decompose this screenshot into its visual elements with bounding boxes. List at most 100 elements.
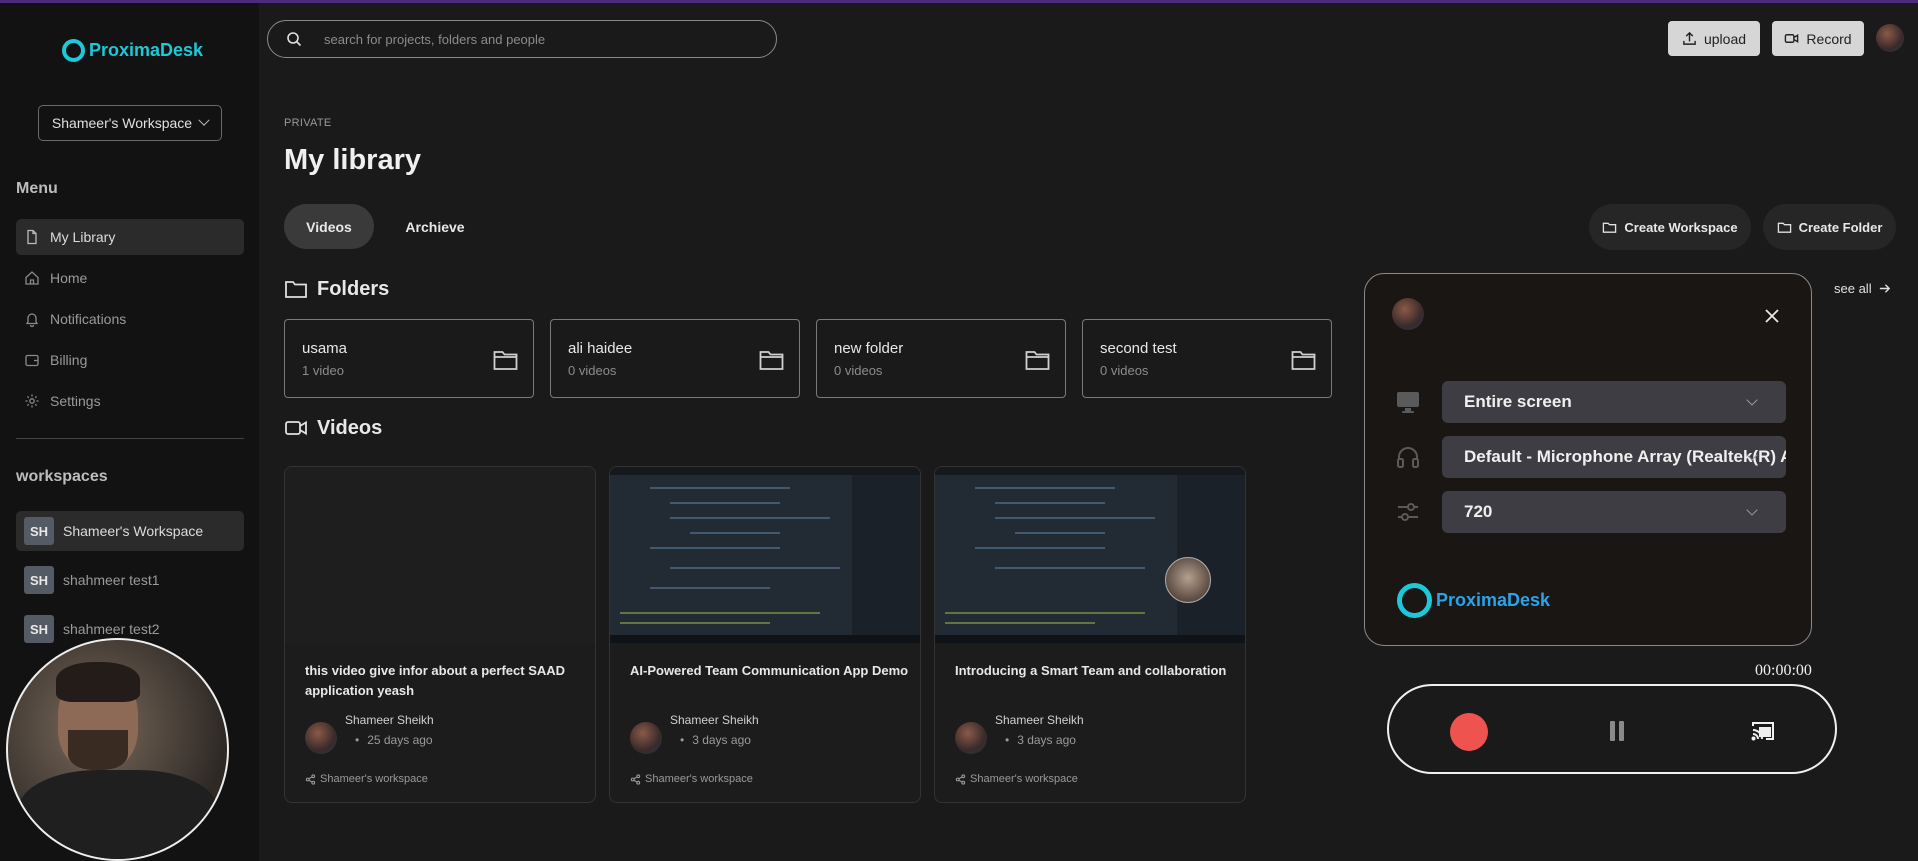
page-title: My library (284, 144, 421, 176)
video-title: AI-Powered Team Communication App Demo (630, 663, 909, 678)
screen-source-value: Entire screen (1464, 392, 1572, 411)
sidebar-item-my-library[interactable]: My Library (16, 219, 244, 255)
author-name: Shameer Sheikh (670, 713, 759, 727)
workspace-select[interactable]: Shameer's Workspace (38, 105, 222, 141)
upload-button[interactable]: upload (1668, 21, 1760, 56)
create-folder-button[interactable]: Create Folder (1763, 204, 1896, 250)
code-line (670, 517, 830, 519)
folder-name: ali haidee (568, 340, 633, 357)
code-line (945, 622, 1095, 624)
folder-card[interactable]: usama 1 video (284, 319, 534, 398)
tab-label: Archieve (405, 218, 465, 235)
file-icon (27, 229, 37, 245)
folder-icon (285, 281, 307, 298)
code-line (690, 532, 780, 534)
workspace-item[interactable]: SH Shameer's Workspace (16, 511, 244, 551)
app-logo[interactable]: ProximaDesk (62, 39, 203, 62)
quality-select[interactable]: 720 (1442, 491, 1786, 533)
search-icon (287, 32, 302, 47)
video-workspace: Shameer's workspace (630, 773, 753, 785)
record-button[interactable]: Record (1772, 21, 1864, 56)
video-card[interactable]: this video give infor about a perfect SA… (284, 466, 596, 803)
app-name: ProximaDesk (89, 40, 204, 60)
create-workspace-button[interactable]: Create Workspace (1589, 204, 1751, 250)
sidebar-item-settings[interactable]: Settings (16, 383, 244, 419)
tab-label: Videos (306, 218, 352, 235)
workspace-select-label: Shameer's Workspace (51, 115, 193, 131)
pause-button[interactable] (1609, 721, 1625, 741)
share-icon (955, 773, 966, 785)
close-icon[interactable] (1762, 306, 1782, 326)
folder-count: 0 videos (1100, 363, 1149, 378)
videos-heading: Videos (284, 416, 382, 440)
folder-card[interactable]: ali haidee 0 videos (550, 319, 800, 398)
thumbnail-sidepanel (852, 475, 920, 635)
workspace-label: shahmeer test1 (63, 572, 160, 588)
video-workspace-label: Shameer's workspace (645, 773, 753, 785)
workspaces-heading: workspaces (16, 468, 108, 485)
page-eyebrow: PRIVATE (284, 117, 332, 129)
workspace-item[interactable]: SH shahmeer test1 (16, 560, 244, 600)
webcam-preview[interactable] (6, 638, 229, 861)
code-line (650, 487, 790, 489)
code-line (620, 612, 820, 614)
sidebar-item-label: Notifications (50, 311, 127, 327)
folder-icon (1777, 222, 1791, 233)
search-placeholder: search for projects, folders and people (324, 31, 546, 47)
folder-card[interactable]: new folder 0 videos (816, 319, 1066, 398)
tab-videos[interactable]: Videos (284, 204, 374, 249)
video-card[interactable]: AI-Powered Team Communication App Demo S… (609, 466, 921, 803)
video-title: Introducing a Smart Team and collaborati… (955, 663, 1227, 678)
top-accent-line (0, 0, 1918, 3)
cast-screen-icon[interactable] (1751, 720, 1775, 742)
audio-source-select[interactable]: Default - Microphone Array (Realtek(R) A… (1442, 436, 1786, 478)
code-line (995, 567, 1145, 569)
code-line (975, 547, 1105, 549)
recording-timer: 00:00:00 (1755, 662, 1812, 679)
record-start-button[interactable] (1450, 713, 1488, 751)
video-card[interactable]: Introducing a Smart Team and collaborati… (934, 466, 1246, 803)
sidebar-item-label: My Library (50, 229, 116, 245)
sidebar-item-home[interactable]: Home (16, 260, 244, 296)
folder-count: 0 videos (568, 363, 617, 378)
workspace-badge: SH (24, 615, 54, 643)
code-line (1015, 532, 1105, 534)
sidebar-item-billing[interactable]: Billing (16, 342, 244, 378)
screen-source-select[interactable]: Entire screen (1442, 381, 1786, 423)
webcam-person-beard (68, 730, 128, 770)
workspace-list: SH Shameer's Workspace SH shahmeer test1… (16, 511, 244, 658)
tab-archieve[interactable]: Archieve (390, 204, 480, 249)
folder-name: second test (1100, 340, 1177, 357)
recorder-logo: ProximaDesk (1397, 583, 1550, 618)
folder-card[interactable]: second test 0 videos (1082, 319, 1332, 398)
video-camera-icon (285, 420, 307, 436)
video-workspace-label: Shameer's workspace (320, 773, 428, 785)
video-thumbnail[interactable] (285, 467, 595, 643)
video-date: 3 days ago (680, 733, 751, 747)
logo-ring-icon (1397, 583, 1432, 618)
folder-name: new folder (834, 340, 904, 357)
folders-heading-label: Folders (317, 277, 390, 300)
user-avatar[interactable] (1876, 24, 1904, 52)
code-line (670, 502, 780, 504)
video-thumbnail[interactable] (610, 467, 920, 643)
see-all-label: see all (1834, 281, 1872, 296)
author-avatar (955, 722, 987, 754)
video-workspace: Shameer's workspace (955, 773, 1078, 785)
folders-heading: Folders (284, 277, 389, 301)
folder-icon (1291, 351, 1316, 370)
videos-heading-label: Videos (317, 416, 383, 439)
video-thumbnail[interactable] (935, 467, 1245, 643)
author-avatar (305, 722, 337, 754)
chevron-down-icon (1746, 504, 1758, 516)
thumbnail-titlebar (610, 467, 920, 475)
video-title: this video give infor about a perfect SA… (305, 663, 566, 698)
recorder-avatar (1392, 298, 1424, 330)
see-all-link[interactable]: see all (1834, 281, 1891, 296)
video-workspace: Shameer's workspace (305, 773, 428, 785)
folder-name: usama (302, 340, 348, 357)
search-bar[interactable]: search for projects, folders and people (267, 20, 777, 58)
sidebar-item-notifications[interactable]: Notifications (16, 301, 244, 337)
folder-count: 1 video (302, 363, 344, 378)
gear-icon (25, 394, 39, 408)
